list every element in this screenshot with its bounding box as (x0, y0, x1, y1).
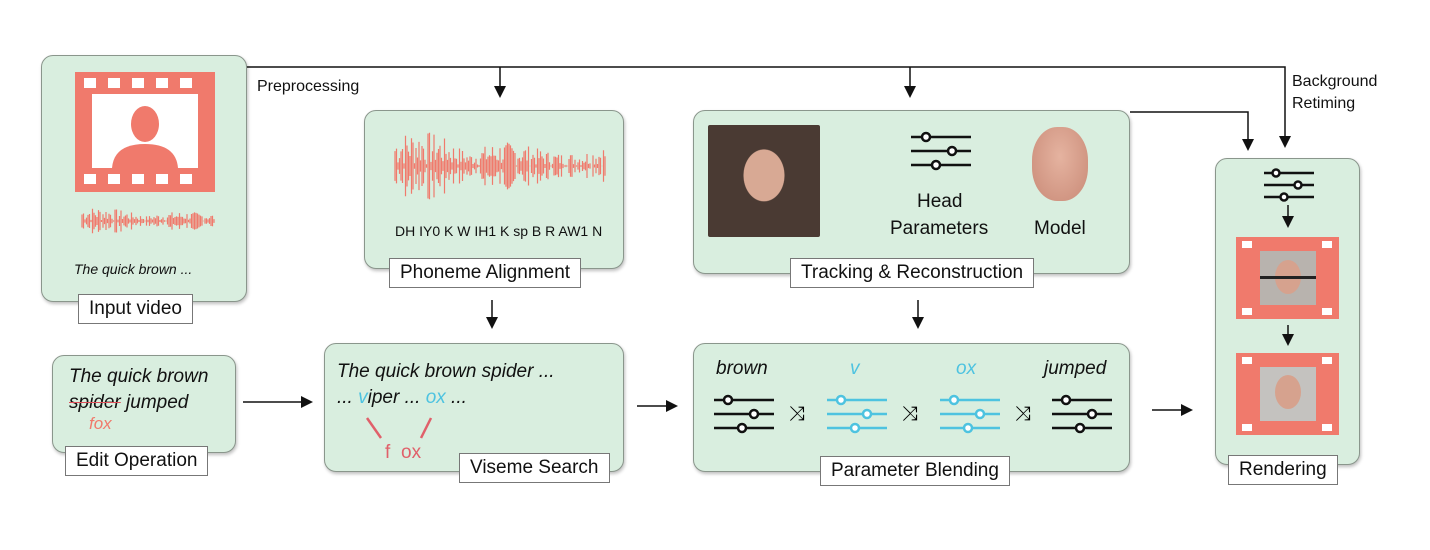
struck-word: spider (69, 392, 121, 413)
phoneme-alignment-box: DH IY0 K W IH1 K sp B R AW1 N (364, 110, 624, 269)
preprocessing-label: Preprocessing (257, 78, 360, 95)
pipeline-diagram: Preprocessing Background Retiming The qu… (0, 0, 1430, 550)
replacement-word: fox (89, 414, 112, 433)
background-label: Background (1292, 73, 1378, 90)
viseme-search-label: Viseme Search (459, 453, 610, 483)
shuffle-icon: ⤨ (1015, 403, 1031, 425)
audio-waveform (394, 132, 606, 200)
viseme-line2: ... viper ... ox ... (337, 387, 467, 409)
match-v: v (358, 387, 368, 408)
t2: iper ... (367, 387, 426, 408)
slider-knob (748, 408, 760, 420)
edit-operation-box: The quick brown spider jumped fox (52, 355, 236, 453)
film-person-icon (75, 72, 215, 234)
viseme-line1: The quick brown spider ... (337, 361, 555, 382)
model-label: Model (1034, 218, 1086, 239)
slider-knob (948, 394, 960, 406)
slider-knob (722, 394, 734, 406)
ox-letters: ox (401, 442, 422, 463)
rendering-label: Rendering (1228, 455, 1338, 485)
rendering-box (1215, 158, 1360, 465)
slider-knob (1074, 422, 1086, 434)
phoneme-alignment-label: Phoneme Alignment (389, 258, 582, 288)
slider-knob (736, 422, 748, 434)
tracking-box: Head Parameters Model (693, 110, 1130, 274)
transcript-text: The quick brown ... (74, 261, 193, 277)
face-model (1032, 127, 1088, 201)
slider-knob (1086, 408, 1098, 420)
input-video-box: The quick brown ... (41, 55, 247, 302)
edit-line2: spider jumped (69, 392, 188, 414)
slider-knob (1060, 394, 1072, 406)
video-frame-face (708, 125, 820, 237)
f-letter: f (385, 442, 391, 463)
parameter-blending-label: Parameter Blending (820, 456, 1010, 486)
rendering-graphics (1236, 168, 1339, 435)
slider-knob (849, 422, 861, 434)
blending-sliders: ⤨ ⤨ ⤨ (714, 394, 1112, 434)
shuffle-icon: ⤨ (789, 403, 805, 425)
shuffle-icon: ⤨ (902, 403, 918, 425)
parameters-label: Parameters (890, 218, 989, 239)
retiming-label: Retiming (1292, 95, 1356, 112)
head-label: Head (917, 191, 963, 212)
t3: ... (445, 387, 467, 408)
t1: ... (337, 387, 359, 408)
edit-line1: The quick brown (69, 366, 209, 387)
slider-knob (861, 408, 873, 420)
parameter-blending-box: brown v ox jumped ⤨ ⤨ ⤨ (693, 343, 1130, 472)
slider-knob (974, 408, 986, 420)
tracking-label: Tracking & Reconstruction (790, 258, 1035, 288)
phoneme-sequence: DH IY0 K W IH1 K sp B R AW1 N (395, 223, 603, 239)
edit-operation-label: Edit Operation (65, 446, 209, 476)
slider-knob (835, 394, 847, 406)
rest-text: jumped (120, 392, 189, 413)
match-ox: ox (425, 387, 446, 408)
head-parameters-icon (911, 131, 971, 171)
slider-knob (962, 422, 974, 434)
input-video-label: Input video (78, 294, 193, 324)
